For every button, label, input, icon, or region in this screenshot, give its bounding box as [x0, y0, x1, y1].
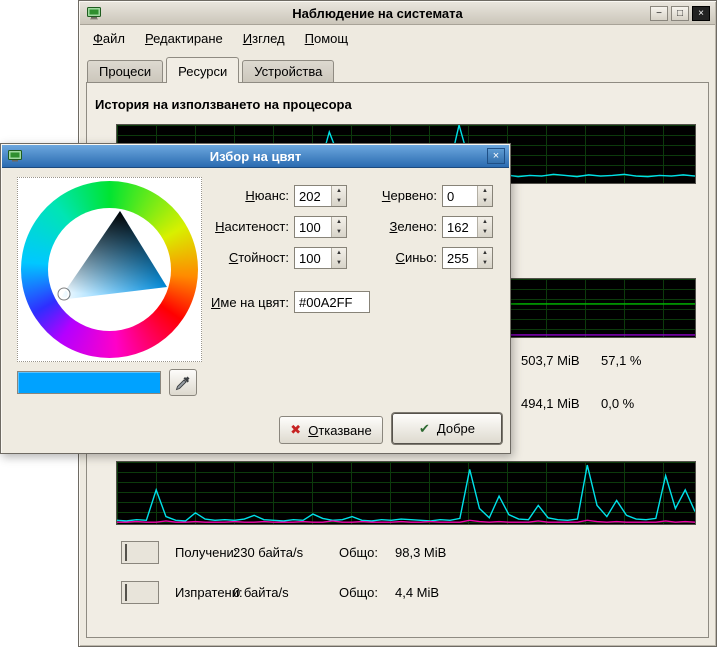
ok-check-icon: ✔ — [419, 421, 430, 437]
received-label: Получени: — [175, 545, 233, 560]
sent-color-button[interactable] — [121, 581, 159, 604]
green-label: Зелено: — [353, 216, 437, 238]
spin-up-icon[interactable]: ▲ — [332, 217, 346, 227]
close-icon[interactable]: × — [692, 6, 710, 21]
swap-percent: 0,0 % — [601, 396, 634, 411]
network-history-chart — [116, 461, 696, 525]
received-total-label: Общо: — [339, 545, 395, 560]
dialog-titlebar[interactable]: Избор на цвят × — [2, 145, 509, 168]
received-rate: 230 байта/s — [233, 545, 339, 560]
value-spin-buttons: ▲ ▼ — [331, 248, 346, 268]
hue-value[interactable]: 202 — [295, 186, 331, 206]
value-spinner[interactable]: 100 ▲ ▼ — [294, 247, 347, 269]
ok-button-label: Добре — [437, 421, 475, 436]
color-wheel[interactable] — [17, 177, 202, 362]
red-spinner[interactable]: 0 ▲ ▼ — [442, 185, 493, 207]
memory-percent: 57,1 % — [601, 353, 641, 368]
swap-amount: 494,1 MiB — [521, 396, 580, 411]
cancel-x-icon: ✖ — [290, 422, 301, 438]
tab-devices[interactable]: Устройства — [242, 60, 334, 82]
memory-amount: 503,7 MiB — [521, 353, 580, 368]
dialog-title: Избор на цвят — [32, 149, 479, 164]
green-spin-buttons: ▲ ▼ — [477, 217, 492, 237]
red-label: Червено: — [353, 185, 437, 207]
hue-label: Нюанс: — [201, 185, 289, 207]
spin-up-icon[interactable]: ▲ — [478, 217, 492, 227]
eyedropper-icon — [175, 375, 191, 391]
tab-processes[interactable]: Процеси — [87, 60, 163, 82]
blue-label: Синьо: — [353, 247, 437, 269]
color-name-label: Име на цвят: — [179, 292, 289, 314]
hue-spinner[interactable]: 202 ▲ ▼ — [294, 185, 347, 207]
sent-total-label: Общо: — [339, 585, 395, 600]
menu-file[interactable]: Файл — [87, 29, 131, 48]
hue-spin-buttons: ▲ ▼ — [331, 186, 346, 206]
desktop: Наблюдение на системата − □ × Файл Редак… — [0, 0, 717, 647]
eyedropper-button[interactable] — [169, 369, 197, 396]
blue-spinner[interactable]: 255 ▲ ▼ — [442, 247, 493, 269]
system-monitor-app-icon — [86, 5, 102, 21]
color-name-input[interactable] — [294, 291, 370, 313]
spin-up-icon[interactable]: ▲ — [332, 186, 346, 196]
color-picker-dialog: Избор на цвят × — [0, 143, 511, 454]
blue-spin-buttons: ▲ ▼ — [477, 248, 492, 268]
green-spinner[interactable]: 162 ▲ ▼ — [442, 216, 493, 238]
spin-down-icon[interactable]: ▼ — [332, 227, 346, 237]
value-value[interactable]: 100 — [295, 248, 331, 268]
saturation-label: Наситеност: — [201, 216, 289, 238]
spin-down-icon[interactable]: ▼ — [332, 196, 346, 206]
blue-value[interactable]: 255 — [443, 248, 477, 268]
sent-color-swatch — [125, 584, 127, 601]
spin-up-icon[interactable]: ▲ — [332, 248, 346, 258]
value-label: Стойност: — [201, 247, 289, 269]
tab-resources[interactable]: Ресурси — [166, 57, 239, 83]
network-received-row: Получени: 230 байта/s Общо: 98,3 MiB — [121, 539, 446, 565]
spin-down-icon[interactable]: ▼ — [332, 258, 346, 268]
menu-view[interactable]: Изглед — [237, 29, 291, 48]
received-total: 98,3 MiB — [395, 545, 446, 560]
dialog-app-icon — [7, 148, 23, 164]
minimize-icon[interactable]: − — [650, 6, 668, 21]
window-controls: − □ × — [650, 6, 710, 21]
cancel-button[interactable]: ✖ Отказване — [279, 416, 383, 444]
saturation-spinner[interactable]: 100 ▲ ▼ — [294, 216, 347, 238]
window-title: Наблюдение на системата — [110, 6, 645, 21]
menu-help[interactable]: Помощ — [299, 29, 354, 48]
red-value[interactable]: 0 — [443, 186, 477, 206]
saturation-value-triangle[interactable] — [18, 178, 203, 363]
red-spin-buttons: ▲ ▼ — [477, 186, 492, 206]
sent-total: 4,4 MiB — [395, 585, 439, 600]
cpu-history-heading: История на използването на процесора — [95, 97, 352, 112]
menubar: Файл Редактиране Изглед Помощ — [87, 27, 354, 49]
menu-edit[interactable]: Редактиране — [139, 29, 229, 48]
received-color-button[interactable] — [121, 541, 159, 564]
maximize-icon[interactable]: □ — [671, 6, 689, 21]
main-titlebar[interactable]: Наблюдение на системата − □ × — [80, 2, 715, 25]
spin-down-icon[interactable]: ▼ — [478, 258, 492, 268]
saturation-spin-buttons: ▲ ▼ — [331, 217, 346, 237]
cancel-button-label: Отказване — [308, 423, 372, 438]
spin-down-icon[interactable]: ▼ — [478, 227, 492, 237]
network-sent-row: Изпратени: 0 байта/s Общо: 4,4 MiB — [121, 579, 439, 605]
green-value[interactable]: 162 — [443, 217, 477, 237]
sent-rate: 0 байта/s — [233, 585, 339, 600]
spin-up-icon[interactable]: ▲ — [478, 248, 492, 258]
sent-label: Изпратени: — [175, 585, 233, 600]
saturation-value[interactable]: 100 — [295, 217, 331, 237]
dialog-close-icon[interactable]: × — [487, 148, 505, 164]
selected-color-preview — [17, 371, 161, 394]
notebook-tabs: Процеси Ресурси Устройства — [87, 57, 337, 83]
ok-button[interactable]: ✔ Добре — [392, 413, 502, 444]
spin-up-icon[interactable]: ▲ — [478, 186, 492, 196]
received-color-swatch — [125, 544, 127, 561]
spin-down-icon[interactable]: ▼ — [478, 196, 492, 206]
